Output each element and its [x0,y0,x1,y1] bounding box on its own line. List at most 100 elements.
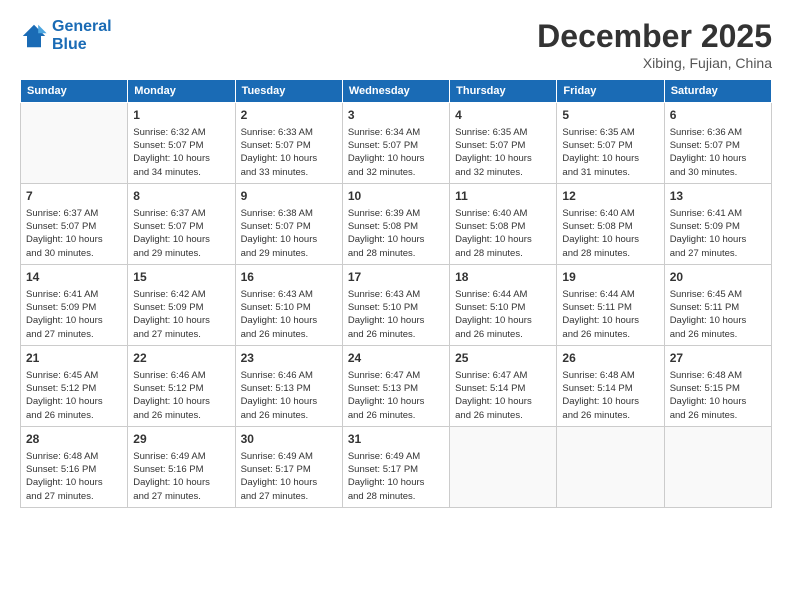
day-number: 7 [26,188,122,205]
day-info: Sunrise: 6:35 AM Sunset: 5:07 PM Dayligh… [562,126,658,179]
day-number: 1 [133,107,229,124]
cell-1-5: 12Sunrise: 6:40 AM Sunset: 5:08 PM Dayli… [557,183,664,264]
day-number: 10 [348,188,444,205]
day-number: 8 [133,188,229,205]
cell-3-3: 24 Sunrise: 6:47 AM Sunset: 5:13 PM Dayli… [342,345,449,426]
col-sunday: Sunday [21,80,128,103]
day-info: Sunrise: 6:39 AM Sunset: 5:08 PM Dayligh… [348,207,444,260]
location: Xibing, Fujian, China [537,55,772,71]
day-info: Sunrise: 6:49 AM Sunset: 5:17 PM Dayligh… [241,450,337,503]
day-info: Sunrise: 6:37 AM Sunset: 5:07 PM Dayligh… [133,207,229,260]
day-info: Sunrise: 6:41 AM Sunset: 5:09 PM Dayligh… [670,207,766,260]
day-number: 26 [562,350,658,367]
cell-0-4: 4 Sunrise: 6:35 AM Sunset: 5:07 PM Daylig… [450,103,557,184]
cell-2-0: 14 Sunrise: 6:41 AM Sunset: 5:09 PM Dayli… [21,264,128,345]
cell-1-1: 8 Sunrise: 6:37 AM Sunset: 5:07 PM Daylig… [128,183,235,264]
title-block: December 2025 Xibing, Fujian, China [537,18,772,71]
day-number: 11 [455,188,551,205]
cell-0-0 [21,103,128,184]
cell-3-2: 23Sunrise: 6:46 AM Sunset: 5:13 PM Dayli… [235,345,342,426]
logo: General Blue [20,18,112,54]
week-row-2: 7 Sunrise: 6:37 AM Sunset: 5:07 PM Daylig… [21,183,772,264]
logo-text: General Blue [52,18,112,54]
cell-2-3: 17Sunrise: 6:43 AM Sunset: 5:10 PM Dayli… [342,264,449,345]
cell-2-5: 19 Sunrise: 6:44 AM Sunset: 5:11 PM Dayli… [557,264,664,345]
day-info: Sunrise: 6:43 AM Sunset: 5:10 PM Dayligh… [348,288,444,341]
day-info: Sunrise: 6:44 AM Sunset: 5:11 PM Dayligh… [562,288,658,341]
day-number: 22 [133,350,229,367]
day-number: 23 [241,350,337,367]
day-info: Sunrise: 6:47 AM Sunset: 5:13 PM Dayligh… [348,369,444,422]
day-number: 24 [348,350,444,367]
day-info: Sunrise: 6:34 AM Sunset: 5:07 PM Dayligh… [348,126,444,179]
cell-4-2: 30Sunrise: 6:49 AM Sunset: 5:17 PM Dayli… [235,426,342,507]
week-row-3: 14 Sunrise: 6:41 AM Sunset: 5:09 PM Dayli… [21,264,772,345]
day-number: 16 [241,269,337,286]
cell-4-4 [450,426,557,507]
day-info: Sunrise: 6:46 AM Sunset: 5:12 PM Dayligh… [133,369,229,422]
cell-3-1: 22 Sunrise: 6:46 AM Sunset: 5:12 PM Dayli… [128,345,235,426]
calendar-page: General Blue December 2025 Xibing, Fujia… [0,0,792,612]
logo-icon [20,22,48,50]
cell-3-0: 21 Sunrise: 6:45 AM Sunset: 5:12 PM Dayli… [21,345,128,426]
day-number: 28 [26,431,122,448]
cell-1-4: 11 Sunrise: 6:40 AM Sunset: 5:08 PM Dayli… [450,183,557,264]
cell-4-3: 31Sunrise: 6:49 AM Sunset: 5:17 PM Dayli… [342,426,449,507]
day-number: 9 [241,188,337,205]
day-info: Sunrise: 6:44 AM Sunset: 5:10 PM Dayligh… [455,288,551,341]
day-info: Sunrise: 6:42 AM Sunset: 5:09 PM Dayligh… [133,288,229,341]
calendar-table: Sunday Monday Tuesday Wednesday Thursday… [20,79,772,508]
cell-0-3: 3 Sunrise: 6:34 AM Sunset: 5:07 PM Daylig… [342,103,449,184]
day-number: 31 [348,431,444,448]
day-number: 27 [670,350,766,367]
day-number: 13 [670,188,766,205]
day-info: Sunrise: 6:45 AM Sunset: 5:11 PM Dayligh… [670,288,766,341]
day-info: Sunrise: 6:47 AM Sunset: 5:14 PM Dayligh… [455,369,551,422]
day-number: 20 [670,269,766,286]
cell-1-0: 7 Sunrise: 6:37 AM Sunset: 5:07 PM Daylig… [21,183,128,264]
day-info: Sunrise: 6:37 AM Sunset: 5:07 PM Dayligh… [26,207,122,260]
day-number: 29 [133,431,229,448]
month-title: December 2025 [537,18,772,55]
day-number: 25 [455,350,551,367]
day-info: Sunrise: 6:49 AM Sunset: 5:16 PM Dayligh… [133,450,229,503]
col-wednesday: Wednesday [342,80,449,103]
cell-4-6 [664,426,771,507]
day-info: Sunrise: 6:41 AM Sunset: 5:09 PM Dayligh… [26,288,122,341]
day-number: 6 [670,107,766,124]
day-number: 12 [562,188,658,205]
day-info: Sunrise: 6:45 AM Sunset: 5:12 PM Dayligh… [26,369,122,422]
cell-3-6: 27Sunrise: 6:48 AM Sunset: 5:15 PM Dayli… [664,345,771,426]
day-info: Sunrise: 6:48 AM Sunset: 5:16 PM Dayligh… [26,450,122,503]
col-thursday: Thursday [450,80,557,103]
day-number: 4 [455,107,551,124]
col-tuesday: Tuesday [235,80,342,103]
day-info: Sunrise: 6:48 AM Sunset: 5:14 PM Dayligh… [562,369,658,422]
cell-2-1: 15Sunrise: 6:42 AM Sunset: 5:09 PM Dayli… [128,264,235,345]
header: General Blue December 2025 Xibing, Fujia… [20,18,772,71]
cell-0-2: 2Sunrise: 6:33 AM Sunset: 5:07 PM Daylig… [235,103,342,184]
day-number: 14 [26,269,122,286]
col-monday: Monday [128,80,235,103]
cell-0-1: 1Sunrise: 6:32 AM Sunset: 5:07 PM Daylig… [128,103,235,184]
week-row-5: 28 Sunrise: 6:48 AM Sunset: 5:16 PM Dayli… [21,426,772,507]
day-info: Sunrise: 6:40 AM Sunset: 5:08 PM Dayligh… [455,207,551,260]
col-saturday: Saturday [664,80,771,103]
header-row: Sunday Monday Tuesday Wednesday Thursday… [21,80,772,103]
week-row-1: 1Sunrise: 6:32 AM Sunset: 5:07 PM Daylig… [21,103,772,184]
day-info: Sunrise: 6:43 AM Sunset: 5:10 PM Dayligh… [241,288,337,341]
cell-1-2: 9Sunrise: 6:38 AM Sunset: 5:07 PM Daylig… [235,183,342,264]
day-number: 2 [241,107,337,124]
cell-2-6: 20 Sunrise: 6:45 AM Sunset: 5:11 PM Dayli… [664,264,771,345]
day-number: 19 [562,269,658,286]
cell-0-6: 6Sunrise: 6:36 AM Sunset: 5:07 PM Daylig… [664,103,771,184]
day-number: 3 [348,107,444,124]
cell-0-5: 5 Sunrise: 6:35 AM Sunset: 5:07 PM Daylig… [557,103,664,184]
cell-4-5 [557,426,664,507]
day-info: Sunrise: 6:35 AM Sunset: 5:07 PM Dayligh… [455,126,551,179]
cell-1-6: 13 Sunrise: 6:41 AM Sunset: 5:09 PM Dayli… [664,183,771,264]
cell-3-5: 26 Sunrise: 6:48 AM Sunset: 5:14 PM Dayli… [557,345,664,426]
day-number: 5 [562,107,658,124]
cell-3-4: 25 Sunrise: 6:47 AM Sunset: 5:14 PM Dayli… [450,345,557,426]
day-number: 21 [26,350,122,367]
